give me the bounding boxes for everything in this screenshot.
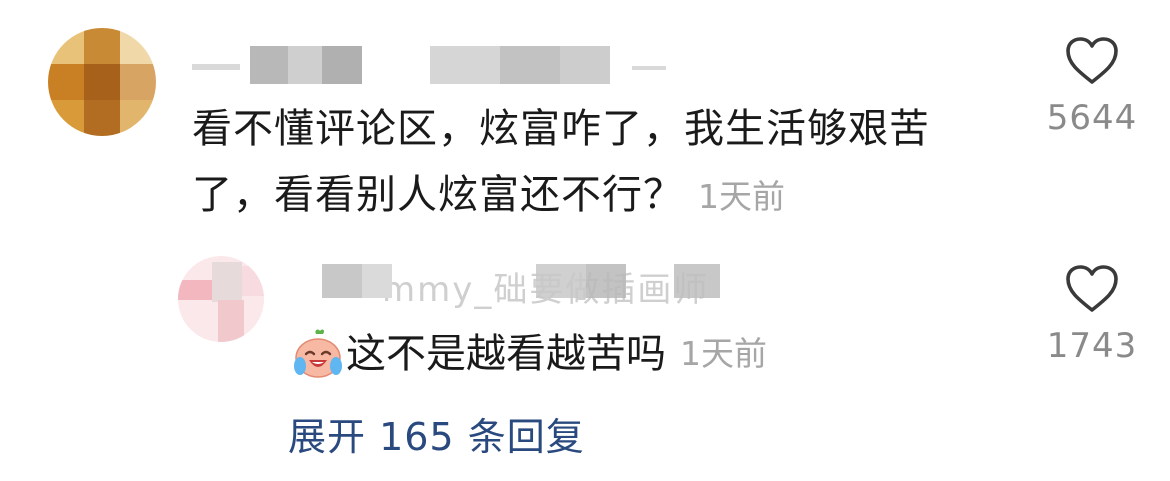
expand-replies-link[interactable]: 展开 165 条回复 — [288, 406, 585, 461]
comment-avatar[interactable] — [48, 28, 156, 136]
reply-text-content: 这不是越看越苦吗 — [346, 331, 666, 377]
avatar-image — [178, 256, 264, 342]
reply-time: 1天前 — [680, 334, 767, 373]
reply-username[interactable]: mmy_础要做插画师 — [322, 262, 762, 310]
reply-avatar[interactable] — [178, 256, 264, 342]
heart-outline-icon — [1066, 37, 1118, 84]
comment-text-line1: 看不懂评论区，炫富咋了，我生活够艰苦 — [192, 106, 930, 152]
reply-like-button[interactable]: 1743 — [1040, 264, 1144, 366]
reply-text: 这不是越看越苦吗 1天前 — [292, 326, 767, 382]
comment-like-count: 5644 — [1046, 98, 1138, 138]
comment-username[interactable] — [192, 46, 672, 86]
comment-time: 1天前 — [698, 177, 785, 216]
comment-like-button[interactable]: 5644 — [1040, 36, 1144, 138]
comment-text-line2: 了，看看别人炫富还不行？ 1天前 — [192, 172, 785, 218]
comment-text: 看不懂评论区，炫富咋了，我生活够艰苦 了，看看别人炫富还不行？ 1天前 — [192, 96, 992, 230]
heart-outline-icon — [1066, 265, 1118, 312]
crying-laughing-peach-emoji — [294, 329, 342, 378]
reply-like-count: 1743 — [1046, 326, 1138, 366]
